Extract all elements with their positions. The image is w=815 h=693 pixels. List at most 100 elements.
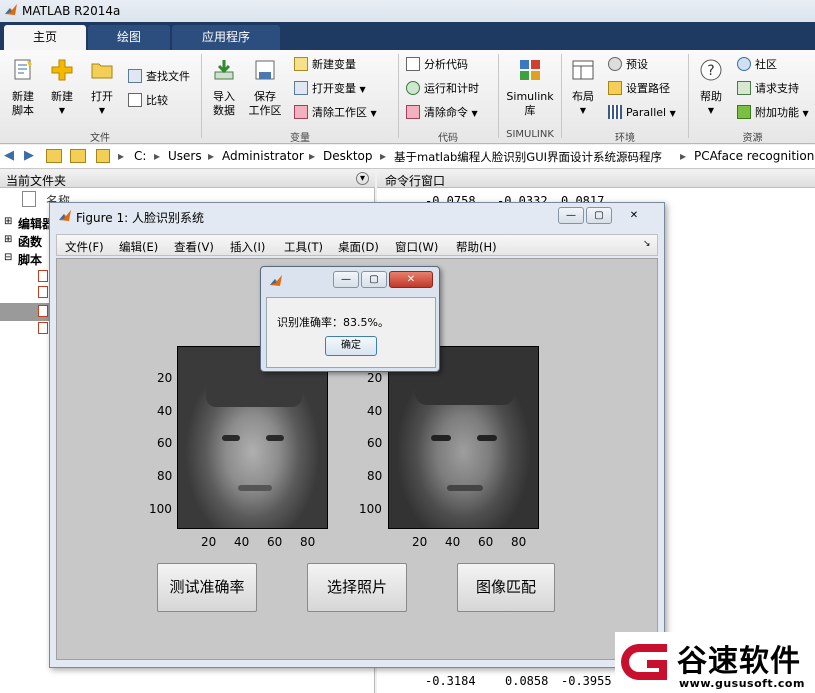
matlab-logo-icon: [270, 275, 282, 286]
menu-desktop[interactable]: 桌面(D): [338, 239, 379, 255]
script-file-icon[interactable]: [38, 286, 48, 298]
breadcrumb-pcaface-folder[interactable]: PCAface recognition(: [694, 149, 815, 163]
menu-window[interactable]: 窗口(W): [395, 239, 438, 255]
close-button[interactable]: ✕: [389, 271, 433, 288]
simulink-label-2: 库: [524, 104, 536, 117]
expand-icon[interactable]: ⊞: [4, 234, 12, 245]
x-tick-label: 60: [267, 535, 283, 549]
layout-icon: [572, 60, 594, 80]
chevron-down-icon: ▼: [98, 106, 106, 115]
set-path-button[interactable]: 设置路径: [608, 81, 670, 99]
breadcrumb-separator: ▸: [208, 149, 215, 163]
select-photo-button[interactable]: 选择照片: [307, 563, 407, 612]
tab-home[interactable]: 主页: [4, 25, 86, 50]
output-value: -0.3184: [425, 674, 476, 688]
collapse-icon[interactable]: ⊟: [4, 252, 12, 263]
maximize-button[interactable]: ▢: [586, 207, 612, 224]
group-divider: [398, 54, 399, 138]
save-workspace-label-1: 保存: [254, 90, 276, 103]
eraser-icon: [294, 105, 308, 119]
minimize-button[interactable]: —: [333, 271, 359, 288]
find-files-button[interactable]: 查找文件: [128, 69, 190, 87]
breadcrumb-users[interactable]: Users: [168, 149, 202, 163]
community-button[interactable]: 社区: [737, 57, 777, 75]
up-folder-icon[interactable]: [46, 149, 62, 163]
chevron-down-icon: ▼: [707, 106, 715, 115]
breadcrumb-drive[interactable]: C:: [134, 149, 146, 163]
script-file-icon[interactable]: [38, 305, 48, 317]
import-data-button[interactable]: 导入 数据: [208, 58, 240, 118]
preferences-button[interactable]: 预设: [608, 57, 648, 75]
ok-button[interactable]: 确定: [325, 336, 377, 356]
new-script-label-2: 脚本: [12, 104, 34, 117]
new-variable-button[interactable]: 新建变量: [294, 57, 356, 75]
save-workspace-button[interactable]: 保存 工作区: [246, 58, 284, 118]
back-arrow-icon[interactable]: ◀: [4, 148, 14, 163]
clear-workspace-button[interactable]: 清除工作区 ▼: [294, 105, 377, 123]
panel-options-icon[interactable]: ▾: [356, 172, 369, 185]
breadcrumb-desktop[interactable]: Desktop: [323, 149, 373, 163]
breadcrumb-administrator[interactable]: Administrator: [222, 149, 304, 163]
menu-insert[interactable]: 插入(I): [230, 239, 265, 255]
request-support-button[interactable]: 请求支持: [737, 81, 799, 99]
new-button[interactable]: 新建 ▼: [46, 58, 78, 118]
analyze-code-button[interactable]: 分析代码: [406, 57, 468, 75]
new-script-button[interactable]: 新建 脚本: [6, 58, 40, 118]
face-eye: [477, 435, 497, 441]
clear-commands-label: 清除命令: [424, 106, 468, 119]
layout-button[interactable]: 布局 ▼: [566, 58, 600, 118]
save-workspace-label-2: 工作区: [248, 104, 282, 117]
tab-plots[interactable]: 绘图: [88, 25, 170, 50]
y-tick-label: 40: [157, 404, 173, 418]
breadcrumb-project-folder[interactable]: 基于matlab编程人脸识别GUI界面设计系统源码程序: [394, 149, 662, 165]
menu-view[interactable]: 查看(V): [174, 239, 214, 255]
face-eye: [266, 435, 284, 441]
y-tick-label: 100: [359, 502, 382, 516]
tree-item-functions[interactable]: 函数: [18, 233, 42, 250]
tab-apps[interactable]: 应用程序: [172, 25, 280, 50]
open-variable-button[interactable]: 打开变量 ▼: [294, 81, 366, 99]
test-accuracy-button[interactable]: 测试准确率: [157, 563, 257, 612]
x-tick-label: 20: [201, 535, 217, 549]
minimize-button[interactable]: —: [558, 207, 584, 224]
tree-item-scripts[interactable]: 脚本: [18, 251, 42, 268]
menu-file[interactable]: 文件(F): [65, 239, 104, 255]
expand-icon[interactable]: ⊞: [4, 216, 12, 227]
accuracy-dialog: — ▢ ✕ 识别准确率：83.5%。 确定: [260, 266, 440, 372]
y-tick-label: 40: [367, 404, 383, 418]
app-title: MATLAB R2014a: [22, 4, 121, 18]
image-match-button[interactable]: 图像匹配: [457, 563, 555, 612]
script-file-icon[interactable]: [38, 322, 48, 334]
maximize-button[interactable]: ▢: [361, 271, 387, 288]
run-and-time-button[interactable]: 运行和计时: [406, 81, 479, 99]
group-label-environment: 环境: [615, 133, 635, 144]
parallel-icon: [608, 105, 622, 119]
analyze-code-icon: [406, 57, 420, 71]
matlab-logo-icon: [59, 210, 71, 221]
addons-icon: [737, 105, 751, 119]
current-folder-header: 当前文件夹 ▾: [0, 170, 375, 188]
help-button[interactable]: ? 帮助 ▼: [694, 58, 728, 118]
x-tick-label: 40: [445, 535, 461, 549]
compare-button[interactable]: 比较: [128, 93, 168, 111]
clear-commands-button[interactable]: 清除命令 ▼: [406, 105, 478, 123]
menu-help[interactable]: 帮助(H): [456, 239, 497, 255]
forward-arrow-icon[interactable]: ▶: [24, 148, 34, 163]
face-mouth: [447, 485, 483, 491]
browse-folder-icon[interactable]: [70, 149, 86, 163]
dock-arrow-icon[interactable]: ↘: [643, 239, 651, 249]
group-label-code: 代码: [438, 133, 458, 144]
menu-tools[interactable]: 工具(T): [284, 239, 323, 255]
script-file-icon[interactable]: [38, 270, 48, 282]
menu-edit[interactable]: 编辑(E): [119, 239, 158, 255]
chevron-down-icon: ▼: [471, 109, 478, 118]
breadcrumb-separator: ▸: [309, 149, 316, 163]
parallel-button[interactable]: Parallel ▼: [608, 105, 676, 123]
app-title-bar: MATLAB R2014a: [0, 0, 815, 22]
compare-icon: [128, 93, 142, 107]
close-button[interactable]: ✕: [616, 207, 652, 224]
open-button[interactable]: 打开 ▼: [86, 58, 118, 118]
addons-button[interactable]: 附加功能 ▼: [737, 105, 809, 123]
simulink-library-button[interactable]: Simulink 库: [504, 58, 556, 118]
chevron-down-icon: ▼: [802, 109, 809, 118]
